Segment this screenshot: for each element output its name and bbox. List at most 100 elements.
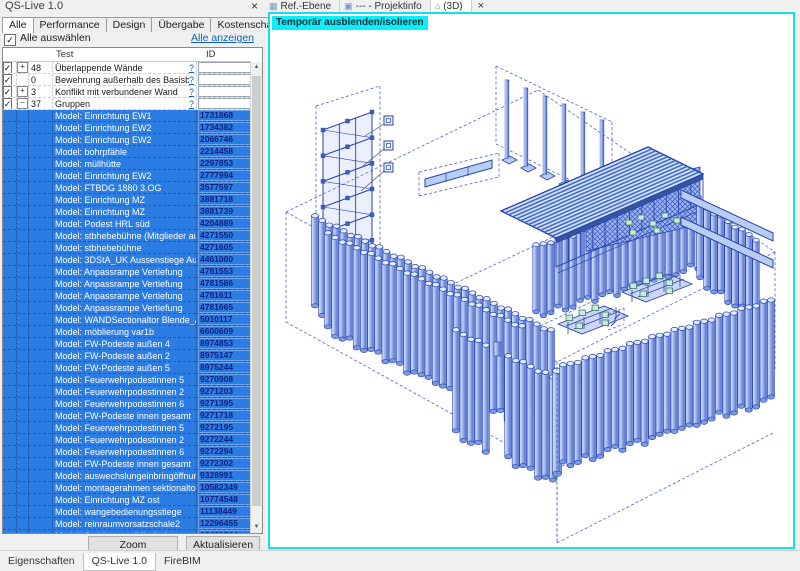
id-field[interactable]: 1734382 — [198, 122, 251, 133]
expand-plus-icon[interactable]: + — [17, 62, 28, 73]
id-field[interactable]: 4271550 — [198, 230, 251, 241]
id-field[interactable]: 12296455 — [198, 518, 251, 529]
id-field[interactable]: 3881718 — [198, 194, 251, 205]
group-row[interactable]: Model: möblierung var1b6600609 — [3, 326, 251, 338]
group-row[interactable]: Model: reinraumvorsatzschale212296455 — [3, 518, 251, 530]
id-field[interactable]: 1731868 — [198, 110, 251, 121]
id-field[interactable]: 9328991 — [198, 470, 251, 481]
table-row[interactable]: ✓0Bewehrung außerhalb des Basisbauteils? — [3, 74, 251, 86]
row-checkbox[interactable]: ✓ — [3, 74, 12, 85]
group-row[interactable]: Model: Feuerwehrpodestinnen 69272294 — [3, 446, 251, 458]
help-link[interactable]: ? — [189, 87, 194, 97]
group-row[interactable]: Model: Anpassrampe Vertiefung4781586 — [3, 278, 251, 290]
scrollbar-thumb[interactable] — [252, 76, 261, 506]
group-row[interactable]: Model: stbhebebühne4271605 — [3, 242, 251, 254]
id-field[interactable]: 9271718 — [198, 410, 251, 421]
id-field[interactable]: 8974853 — [198, 338, 251, 349]
id-field[interactable]: 2297853 — [198, 158, 251, 169]
help-link[interactable]: ? — [189, 75, 194, 85]
table-row[interactable]: ✓+3Konflikt mit verbundener Wand? — [3, 86, 251, 98]
group-row[interactable]: Model: stbhebebühne (Mitglieder ausgesch… — [3, 230, 251, 242]
group-row[interactable]: Model: Feuerwehrpodestinnen 29271203 — [3, 386, 251, 398]
panel-tab-design[interactable]: Design — [106, 17, 153, 32]
id-field[interactable]: 9271203 — [198, 386, 251, 397]
group-row[interactable]: Model: Einrichtung EW22777994 — [3, 170, 251, 182]
id-field[interactable] — [198, 74, 251, 85]
group-row[interactable]: Model: wangebedienungsstiege11138449 — [3, 506, 251, 518]
id-field[interactable]: 8975244 — [198, 362, 251, 373]
panel-tab-performance[interactable]: Performance — [33, 17, 107, 32]
group-row[interactable]: Model: Feuerwehrpodestinnen 59272195 — [3, 422, 251, 434]
group-row[interactable]: Model: bohrpfähle2214458 — [3, 146, 251, 158]
id-field[interactable]: 4461000 — [198, 254, 251, 265]
id-field[interactable]: 9272195 — [198, 422, 251, 433]
id-field[interactable]: 9270908 — [198, 374, 251, 385]
group-row[interactable]: Model: Einrichtung MZ ost10774548 — [3, 494, 251, 506]
show-all-link[interactable]: Alle anzeigen — [191, 32, 254, 44]
group-row[interactable]: Model: FW-Podeste außen 48974853 — [3, 338, 251, 350]
id-field[interactable]: 9272244 — [198, 434, 251, 445]
id-field[interactable]: 5010117 — [198, 314, 251, 325]
panel-tab-übergabe[interactable]: Übergabe — [151, 17, 211, 32]
id-field[interactable]: 3881739 — [198, 206, 251, 217]
id-field[interactable]: 2777994 — [198, 170, 251, 181]
group-row[interactable]: Model: FW-Podeste außen 28975147 — [3, 350, 251, 362]
id-field[interactable] — [198, 62, 251, 73]
group-row[interactable]: Model: WANDSectionaltor Blende_Anpassram… — [3, 314, 251, 326]
group-row[interactable]: Model: FW-Podeste innen gesamt9272302 — [3, 458, 251, 470]
status-tab-qs-live-1-0[interactable]: QS-Live 1.0 — [83, 553, 156, 571]
group-row[interactable]: Model: montagerahmen sektionaltorohne an… — [3, 482, 251, 494]
group-row[interactable]: Model: Feuerwehrpodestinnen 29272244 — [3, 434, 251, 446]
scrollbar-up-icon[interactable]: ▲ — [251, 62, 262, 73]
collapse-minus-icon[interactable]: − — [17, 98, 28, 109]
3d-model-canvas[interactable] — [270, 14, 793, 547]
id-field[interactable]: 10582349 — [198, 482, 251, 493]
id-field[interactable]: 3577597 — [198, 182, 251, 193]
id-field[interactable]: 2066746 — [198, 134, 251, 145]
id-field[interactable]: 4204889 — [198, 218, 251, 229]
group-row[interactable]: Model: Anpassrampe Vertiefung4781553 — [3, 266, 251, 278]
help-link[interactable]: ? — [189, 63, 194, 73]
expand-plus-icon[interactable]: + — [17, 86, 28, 97]
id-field[interactable]: 9271395 — [198, 398, 251, 409]
group-row[interactable]: Model: Podest HRL süd4204889 — [3, 218, 251, 230]
status-tab-eigenschaften[interactable]: Eigenschaften — [0, 553, 83, 570]
group-row[interactable]: Model: auswechslungeinbringöffnung_hrl93… — [3, 470, 251, 482]
id-field[interactable]: 9272294 — [198, 446, 251, 457]
group-row[interactable]: Model: FW-Podeste innen gesamt9271718 — [3, 410, 251, 422]
id-field[interactable]: 4781586 — [198, 278, 251, 289]
row-checkbox[interactable]: ✓ — [3, 98, 12, 109]
id-field[interactable]: 4781553 — [198, 266, 251, 277]
table-scrollbar[interactable]: ▲ ▼ — [250, 62, 262, 533]
temporary-hide-isolate-banner[interactable]: Temporär ausblenden/isolieren — [272, 16, 428, 30]
id-field[interactable]: 4271605 — [198, 242, 251, 253]
group-row[interactable]: Model: Einrichtung EW21734382 — [3, 122, 251, 134]
group-row[interactable]: Model: FTBDG 1880 3.OG3577597 — [3, 182, 251, 194]
id-field[interactable]: 2214458 — [198, 146, 251, 157]
status-tab-firebim[interactable]: FireBIM — [156, 553, 209, 570]
scrollbar-down-icon[interactable]: ▼ — [251, 522, 262, 533]
group-row[interactable]: Model: Einrichtung MZ3881739 — [3, 206, 251, 218]
table-row[interactable]: ✓−37Gruppen? — [3, 98, 251, 110]
panel-close-icon[interactable]: × — [251, 0, 258, 13]
id-field[interactable] — [198, 98, 251, 109]
group-row[interactable]: Model: Feuerwehrpodestinnen 69271395 — [3, 398, 251, 410]
group-row[interactable]: Model: Einrichtung EW22066746 — [3, 134, 251, 146]
table-row[interactable]: ✓+48Überlappende Wände? — [3, 62, 251, 74]
id-field[interactable] — [198, 86, 251, 97]
id-field[interactable]: 12461544 — [198, 530, 251, 533]
row-checkbox[interactable]: ✓ — [3, 86, 12, 97]
group-row[interactable]: Model: 3DStA_UK Aussenstiege Austreifung… — [3, 254, 251, 266]
group-row[interactable]: Model: müllhütte2297853 — [3, 158, 251, 170]
group-row[interactable]: Model: Einrichtung EW11731868 — [3, 110, 251, 122]
id-field[interactable]: 10774548 — [198, 494, 251, 505]
id-field[interactable]: 4781611 — [198, 290, 251, 301]
id-field[interactable]: 6600609 — [198, 326, 251, 337]
3d-viewport[interactable]: Temporär ausblenden/isolieren — [268, 12, 795, 549]
id-field[interactable]: 9272302 — [198, 458, 251, 469]
group-row[interactable]: Model: Anpassrampe Vertiefung4781611 — [3, 290, 251, 302]
group-row[interactable]: Model: Stahltreppe (Mitglieder ausgeschl… — [3, 530, 251, 533]
group-row[interactable]: Model: Einrichtung MZ3881718 — [3, 194, 251, 206]
panel-tab-alle[interactable]: Alle — [2, 17, 34, 33]
id-field[interactable]: 4781665 — [198, 302, 251, 313]
